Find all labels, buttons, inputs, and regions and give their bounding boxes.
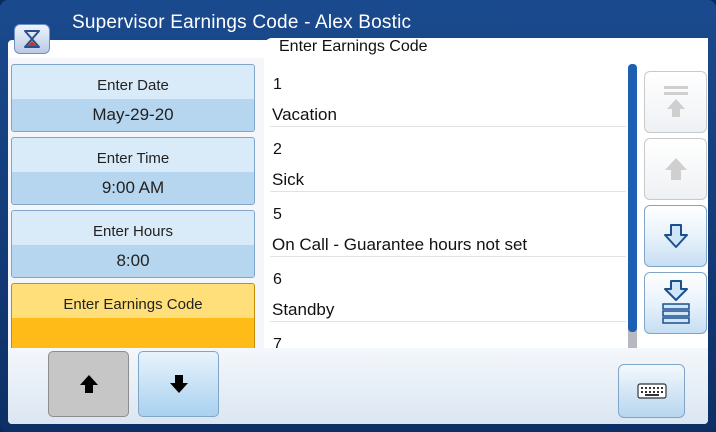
code-number: 5 bbox=[273, 206, 282, 223]
enter-date-field[interactable]: Enter Date May-29-20 bbox=[11, 64, 255, 132]
scroll-bottom-icon bbox=[661, 280, 690, 324]
field-label: Enter Date bbox=[97, 77, 169, 94]
field-value: 9:00 AM bbox=[12, 172, 254, 204]
list-item[interactable]: 5 On Call - Guarantee hours not set bbox=[270, 192, 626, 257]
app-window: Supervisor Earnings Code - Alex Bostic E… bbox=[0, 0, 716, 432]
keyboard-button[interactable] bbox=[618, 364, 685, 418]
scroll-up-button[interactable] bbox=[644, 138, 707, 200]
panel-title: Enter Earnings Code bbox=[279, 38, 428, 55]
scrollbar-thumb[interactable] bbox=[628, 64, 637, 332]
enter-earnings-code-field[interactable]: Enter Earnings Code bbox=[11, 283, 255, 355]
list-item[interactable]: 1 Vacation bbox=[270, 62, 626, 127]
field-value: 8:00 bbox=[12, 245, 254, 277]
code-description: Standby bbox=[272, 300, 335, 319]
code-number: 2 bbox=[273, 141, 282, 158]
next-field-button[interactable] bbox=[138, 351, 219, 417]
list-item[interactable]: 6 Standby bbox=[270, 257, 626, 322]
code-number: 1 bbox=[273, 76, 282, 93]
code-description: Sick bbox=[272, 170, 305, 189]
scroll-down-button[interactable] bbox=[644, 205, 707, 267]
enter-time-field[interactable]: Enter Time 9:00 AM bbox=[11, 137, 255, 205]
list-item[interactable]: 2 Sick bbox=[270, 127, 626, 192]
previous-field-button[interactable] bbox=[48, 351, 129, 417]
keyboard-icon bbox=[636, 383, 667, 399]
scroll-top-button[interactable] bbox=[644, 71, 707, 133]
field-value: May-29-20 bbox=[12, 99, 254, 131]
scroll-down-icon bbox=[663, 224, 688, 248]
code-description: On Call - Guarantee hours not set bbox=[272, 235, 528, 254]
field-up-icon bbox=[79, 375, 98, 393]
code-description: Vacation bbox=[272, 105, 337, 124]
hourglass-icon[interactable] bbox=[14, 24, 50, 54]
scroll-up-icon bbox=[664, 158, 687, 180]
window-title: Supervisor Earnings Code - Alex Bostic bbox=[72, 12, 412, 33]
earnings-code-list: 1 Vacation 2 Sick 5 On Call - Guarantee … bbox=[264, 62, 626, 349]
enter-hours-field[interactable]: Enter Hours 8:00 bbox=[11, 210, 255, 278]
code-number: 6 bbox=[273, 271, 282, 288]
list-scrollbar[interactable] bbox=[628, 64, 637, 356]
field-down-icon bbox=[169, 375, 188, 393]
scroll-bottom-button[interactable] bbox=[644, 272, 707, 334]
field-label: Enter Earnings Code bbox=[63, 296, 203, 313]
list-item[interactable]: 7 bbox=[270, 322, 626, 349]
field-label: Enter Hours bbox=[92, 223, 174, 240]
scroll-top-icon bbox=[663, 86, 688, 117]
field-label: Enter Time bbox=[96, 150, 170, 167]
